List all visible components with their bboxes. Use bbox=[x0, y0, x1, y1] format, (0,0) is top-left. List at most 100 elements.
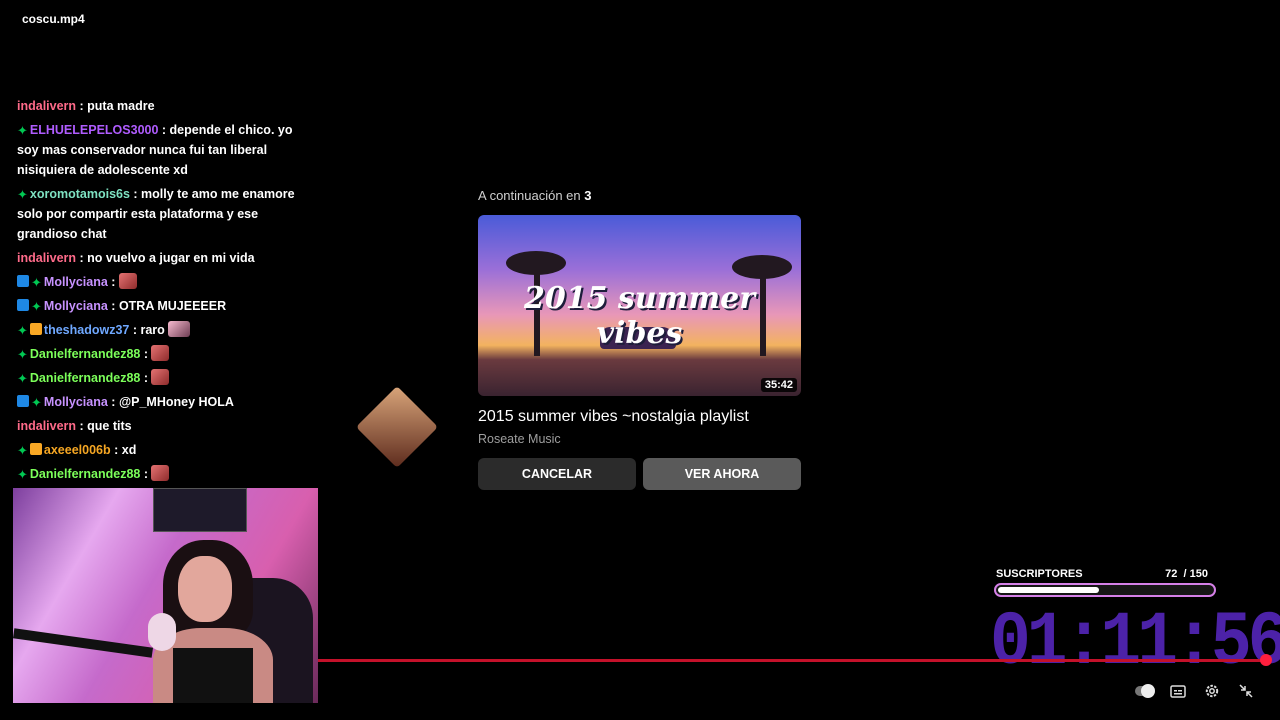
chat-message: ✦ Mollyciana : OTRA MUJEEEER bbox=[10, 294, 310, 318]
chat-separator: : bbox=[129, 323, 141, 337]
chat-username[interactable]: Mollyciana bbox=[44, 299, 108, 313]
subscriber-goal-widget: SUSCRIPTORES 72 / 150 bbox=[994, 568, 1216, 597]
chat-text: @P_MHoney HOLA bbox=[118, 395, 234, 409]
chat-panel: indalivern : puta madre ✦ ELHUELEPELOS3000… bbox=[10, 62, 310, 486]
chat-separator: : bbox=[140, 371, 152, 385]
chat-message: ✦ Mollyciana : bbox=[10, 270, 310, 294]
sub-badge-icon: ✦ bbox=[31, 395, 42, 410]
sub-badge-icon: ✦ bbox=[17, 123, 28, 138]
sub-badge-icon: ✦ bbox=[17, 443, 28, 458]
sub-badge-icon: ✦ bbox=[17, 323, 28, 338]
chat-username[interactable]: ELHUELEPELOS3000 bbox=[30, 123, 159, 137]
chat-message: ✦ Danielfernandez88 : bbox=[10, 342, 310, 366]
chat-username[interactable]: theshadowz37 bbox=[44, 323, 129, 337]
chat-username[interactable]: axeeel006b bbox=[44, 443, 111, 457]
chat-message: ✦ ELHUELEPELOS3000 : depende el chico. yo… bbox=[10, 118, 310, 182]
chat-username[interactable]: Danielfernandez88 bbox=[30, 347, 140, 361]
prime-badge-icon bbox=[17, 395, 29, 407]
up-next-channel[interactable]: Roseate Music bbox=[478, 432, 802, 446]
sub-badge-icon: ✦ bbox=[17, 187, 28, 202]
chat-separator: : bbox=[76, 419, 88, 433]
up-next-title[interactable]: 2015 summer vibes ~nostalgia playlist bbox=[478, 408, 802, 426]
sub-badge-icon: ✦ bbox=[31, 299, 42, 314]
chat-username[interactable]: indalivern bbox=[17, 419, 76, 433]
chat-separator: : bbox=[110, 443, 122, 457]
crown-badge-icon bbox=[29, 323, 42, 335]
chat-separator: : bbox=[158, 123, 170, 137]
chat-message: indalivern : puta madre bbox=[10, 94, 310, 118]
streamer-top bbox=[173, 648, 253, 703]
chat-username[interactable]: Mollyciana bbox=[44, 275, 108, 289]
chat-text: xd bbox=[121, 443, 137, 457]
subscriber-goal-fill bbox=[998, 587, 1099, 593]
playback-progress-bar[interactable] bbox=[318, 659, 1266, 662]
stream-timer: 01:11:56 bbox=[990, 600, 1280, 687]
chat-emote bbox=[168, 321, 191, 337]
chat-text: OTRA MUJEEEER bbox=[118, 299, 227, 313]
wall-frame bbox=[153, 488, 247, 532]
up-next-countdown: 3 bbox=[584, 188, 592, 203]
chat-username[interactable]: indalivern bbox=[17, 99, 76, 113]
thumbnail-text: 2015 summer vibes bbox=[523, 281, 756, 351]
sub-badge-icon: ✦ bbox=[17, 467, 28, 482]
chat-text: puta madre bbox=[87, 99, 155, 113]
prime-badge-icon bbox=[17, 275, 29, 287]
up-next-thumbnail[interactable]: 2015 summer vibes 35:42 bbox=[478, 215, 801, 396]
chat-message: ✦ xoromotamois6s : molly te amo me enamor… bbox=[10, 182, 310, 246]
chat-separator: : bbox=[107, 395, 119, 409]
chat-separator: : bbox=[76, 251, 88, 265]
chat-message: ✦ Danielfernandez88 : bbox=[10, 462, 310, 486]
up-next-card: A continuación en 3 2015 summer vibes 35… bbox=[478, 188, 802, 490]
chat-emote bbox=[151, 369, 170, 385]
sub-badge-icon: ✦ bbox=[17, 347, 28, 362]
streamer-face bbox=[178, 556, 232, 622]
video-title: coscu.mp4 bbox=[22, 12, 85, 26]
chat-text: raro bbox=[140, 323, 165, 337]
chat-separator: : bbox=[140, 467, 152, 481]
autoplay-toggle[interactable] bbox=[1135, 682, 1155, 700]
cancel-button[interactable]: CANCELAR bbox=[478, 458, 636, 490]
chat-message: ✦ theshadowz37 : raro bbox=[10, 318, 310, 342]
floating-emote bbox=[355, 385, 439, 469]
chat-separator: : bbox=[129, 187, 142, 201]
chat-emote bbox=[118, 273, 137, 289]
subscriber-current: 72 bbox=[1165, 568, 1178, 580]
chat-username[interactable]: indalivern bbox=[17, 251, 76, 265]
chat-username[interactable]: xoromotamois6s bbox=[30, 187, 130, 201]
up-next-label: A continuación en 3 bbox=[478, 188, 802, 203]
sub-badge-icon: ✦ bbox=[31, 275, 42, 290]
chat-separator: : bbox=[140, 347, 152, 361]
chat-username[interactable]: Danielfernandez88 bbox=[30, 467, 140, 481]
subscriber-goal: / 150 bbox=[1183, 568, 1208, 580]
chat-separator: : bbox=[107, 275, 119, 289]
subscriber-goal-bar bbox=[994, 583, 1216, 597]
webcam-feed bbox=[13, 488, 318, 703]
subscriber-goal-count: 72 / 150 bbox=[1165, 568, 1208, 580]
chat-messages: indalivern : puta madre ✦ ELHUELEPELOS3000… bbox=[10, 94, 310, 486]
watch-now-button[interactable]: VER AHORA bbox=[643, 458, 801, 490]
player-controls bbox=[1135, 682, 1255, 700]
chat-separator: : bbox=[107, 299, 119, 313]
chat-username[interactable]: Danielfernandez88 bbox=[30, 371, 140, 385]
crown-badge-icon bbox=[29, 443, 42, 455]
settings-icon[interactable] bbox=[1203, 682, 1221, 700]
prime-badge-icon bbox=[17, 299, 29, 311]
up-next-prefix: A continuación en bbox=[478, 188, 581, 203]
exit-fullscreen-icon[interactable] bbox=[1237, 682, 1255, 700]
chat-message: ✦ Mollyciana : @P_MHoney HOLA bbox=[10, 390, 310, 414]
chat-text: no vuelvo a jugar en mi vida bbox=[87, 251, 255, 265]
subtitles-icon[interactable] bbox=[1169, 682, 1187, 700]
microphone bbox=[148, 613, 176, 651]
chat-emote bbox=[151, 345, 170, 361]
mic-arm bbox=[13, 628, 154, 658]
toggle-knob-icon bbox=[1135, 684, 1155, 698]
chat-message: ✦ axeeel006b : xd bbox=[10, 438, 310, 462]
scrubber-handle[interactable] bbox=[1260, 654, 1272, 666]
sub-badge-icon: ✦ bbox=[17, 371, 28, 386]
up-next-actions: CANCELAR VER AHORA bbox=[478, 458, 802, 490]
chat-separator: : bbox=[76, 99, 88, 113]
chat-message: indalivern : que tits bbox=[10, 414, 310, 438]
video-duration: 35:42 bbox=[760, 378, 797, 392]
chat-username[interactable]: Mollyciana bbox=[44, 395, 108, 409]
chat-emote bbox=[151, 465, 170, 481]
